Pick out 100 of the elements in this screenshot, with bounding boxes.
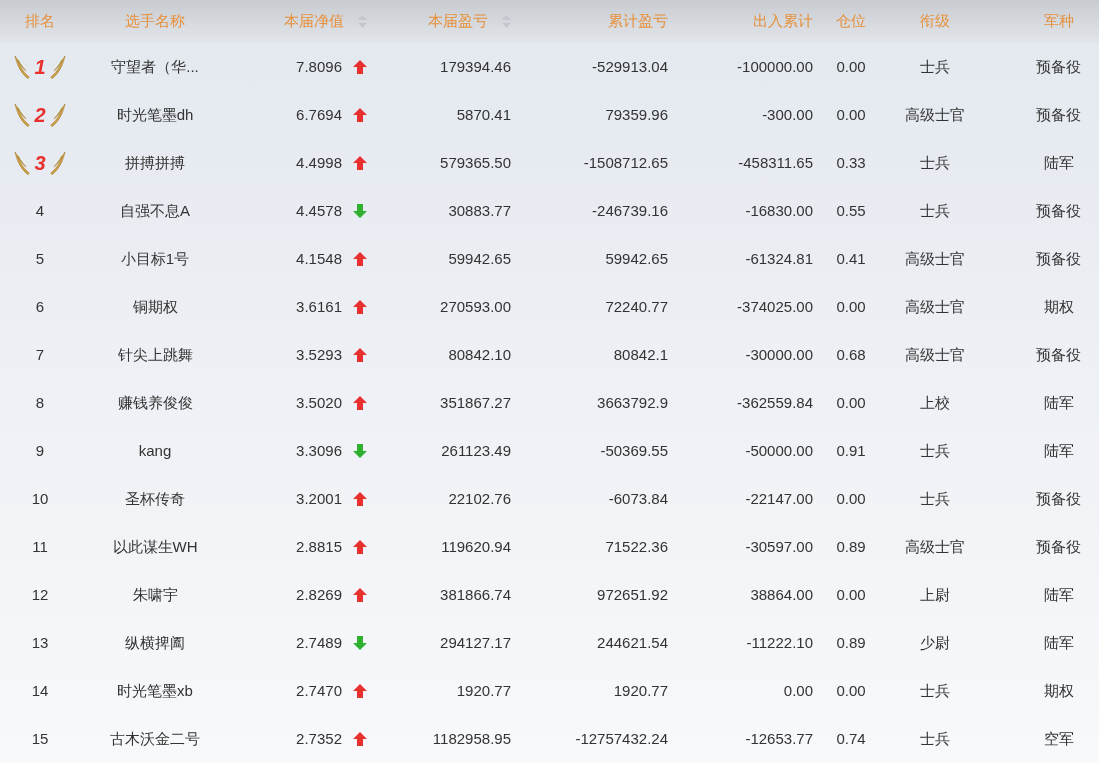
table-cell-text: -61324.81 [745, 248, 813, 269]
rank-number: 14 [31, 680, 49, 701]
table-cell-text: 2.7489 [296, 632, 342, 653]
table-cell-text: 0.00 [783, 680, 813, 701]
table-cell-text: 士兵 [920, 152, 950, 173]
table-cell-text: 高级士官 [905, 248, 965, 269]
table-cell-text: -12757432.24 [575, 728, 668, 749]
rank-number: 4 [35, 200, 45, 221]
wing-icon [49, 54, 66, 80]
rank-number: 11 [32, 536, 48, 557]
table-cell-text: 381866.74 [440, 584, 511, 605]
table-cell-text: 0.68 [836, 344, 866, 365]
table-cell-text: -30000.00 [745, 344, 813, 365]
table-cell-text: 士兵 [920, 200, 950, 221]
table-cell-text: 高级士官 [905, 344, 965, 365]
rank-number: 7 [35, 344, 45, 365]
column-header: 仓位 [836, 11, 866, 32]
table-cell-text: 1920.77 [613, 680, 668, 701]
table-cell-text: 1920.77 [456, 680, 511, 701]
table-cell-text: -362559.84 [737, 392, 813, 413]
table-cell-text: 80842.10 [448, 344, 511, 365]
table-cell-text: 0.91 [836, 440, 866, 461]
table-cell-text: 80842.1 [613, 344, 668, 365]
table-cell-text: 期权 [1043, 296, 1074, 317]
wing-icon [14, 54, 31, 80]
table-cell-text: 38864.00 [750, 584, 813, 605]
column-header: 累计盈亏 [608, 11, 668, 32]
table-cell-text: 72240.77 [605, 296, 668, 317]
table-cell-text: 3.6161 [296, 296, 342, 317]
table-cell-text: 0.00 [836, 680, 866, 701]
table-cell-text: -374025.00 [737, 296, 813, 317]
player-name: 朱啸宇 [132, 584, 178, 605]
table-cell-text: 3.5020 [296, 392, 342, 413]
table-cell-text: 270593.00 [440, 296, 511, 317]
player-name: 铜期权 [132, 296, 178, 317]
wing-icon [14, 102, 31, 128]
table-cell-text: 22102.76 [448, 488, 511, 509]
table-cell-text: 3.2001 [296, 488, 342, 509]
table-cell-text: -16830.00 [745, 200, 813, 221]
player-name: 自强不息A [120, 200, 190, 221]
player-name: 守望者（华... [111, 56, 199, 77]
table-cell-text: 预备役 [1036, 488, 1081, 509]
table-cell-text: 预备役 [1036, 200, 1081, 221]
column-header: 出入累计 [753, 11, 813, 32]
table-cell-text: -529913.04 [592, 56, 668, 77]
table-cell-text: 972651.92 [597, 584, 668, 605]
table-cell-text: 59942.65 [448, 248, 511, 269]
table-cell-text: 高级士官 [905, 536, 965, 557]
table-cell-text: -30597.00 [745, 536, 813, 557]
table-cell-text: 71522.36 [605, 536, 668, 557]
column-header: 选手名称 [125, 11, 185, 32]
rank-number: 9 [35, 440, 45, 461]
table-cell-text: -6073.84 [608, 488, 668, 509]
table-cell-text: 士兵 [920, 488, 950, 509]
table-cell-text: 0.55 [836, 200, 866, 221]
table-cell-text: 陆军 [1043, 632, 1074, 653]
table-cell-text: 期权 [1043, 680, 1074, 701]
table-cell-text: -22147.00 [745, 488, 813, 509]
rank-number: 13 [31, 632, 49, 653]
table-cell-text: 预备役 [1036, 344, 1081, 365]
table-cell-text: 2.8269 [296, 584, 342, 605]
table-cell-text: 陆军 [1043, 440, 1074, 461]
table-cell-text: 高级士官 [905, 104, 965, 125]
table-cell-text: 0.00 [836, 104, 866, 125]
table-cell-text: 0.00 [836, 296, 866, 317]
table-cell-text: 0.89 [836, 536, 866, 557]
table-cell-text: 3.5293 [296, 344, 342, 365]
table-cell-text: -100000.00 [737, 56, 813, 77]
rank-number: 15 [31, 728, 49, 749]
table-cell-text: 0.00 [836, 56, 866, 77]
rank-number: 6 [35, 296, 45, 317]
table-cell-text: 上校 [920, 392, 950, 413]
wing-icon [14, 150, 31, 176]
table-cell-text: 30883.77 [448, 200, 511, 221]
player-name: kang [138, 440, 172, 461]
table-cell-text: -458311.65 [738, 152, 813, 173]
table-cell-text: 579365.50 [440, 152, 511, 173]
table-cell-text: 7.8096 [296, 56, 342, 77]
wing-icon [49, 102, 66, 128]
table-cell-text: 陆军 [1043, 152, 1074, 173]
column-header[interactable]: 本届净值 [284, 10, 367, 33]
table-cell-text: 294127.17 [440, 632, 511, 653]
table-cell-text: 士兵 [920, 680, 950, 701]
wing-icon [49, 150, 66, 176]
player-name: 拼搏拼搏 [125, 152, 185, 173]
table-cell-text: 244621.54 [597, 632, 668, 653]
table-cell-text: 0.89 [836, 632, 866, 653]
table-cell-text: -12653.77 [745, 728, 813, 749]
table-cell-text: -11222.10 [746, 632, 813, 653]
column-header: 军种 [1043, 11, 1074, 32]
rank-medal: 2 [14, 102, 66, 128]
player-name: 时光笔墨xb [117, 680, 193, 701]
player-name: 针尖上跳舞 [117, 344, 193, 365]
table-cell-text: -246739.16 [592, 200, 668, 221]
column-header[interactable]: 本届盈亏 [428, 10, 511, 33]
table-cell-text: 士兵 [920, 728, 950, 749]
table-cell-text: 高级士官 [905, 296, 965, 317]
table-cell-text: 59942.65 [605, 248, 668, 269]
table-cell-text: 4.4578 [296, 200, 342, 221]
table-cell-text: 预备役 [1036, 536, 1081, 557]
